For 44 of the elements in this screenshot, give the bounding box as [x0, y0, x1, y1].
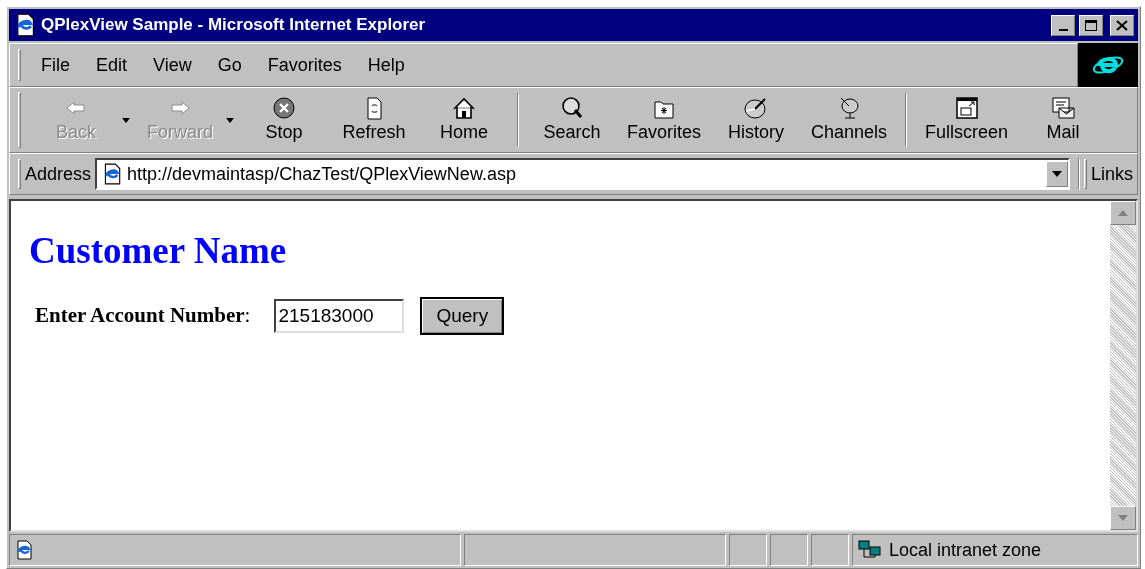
menu-item[interactable]: Go	[217, 51, 242, 79]
menu-item[interactable]: Edit	[96, 51, 128, 79]
label-colon: :	[244, 302, 251, 330]
status-panel	[811, 534, 849, 566]
close-button[interactable]	[1110, 14, 1134, 36]
caret-icon	[1051, 171, 1062, 177]
window-icon	[953, 96, 980, 120]
stop-icon	[271, 96, 297, 120]
address-text: http://devmaintasp/ChazTest/QPlexViewNew.asp	[127, 162, 517, 186]
page-icon	[14, 540, 34, 560]
menu-item[interactable]: View	[153, 51, 192, 79]
account-number-field[interactable]: 215183000	[274, 299, 405, 333]
toolbar-button[interactable]: History	[711, 96, 802, 144]
toolbar-button[interactable]: Refresh	[329, 96, 419, 144]
toolbar-button[interactable]: Home	[419, 96, 509, 144]
address-field[interactable]: http://devmaintasp/ChazTest/QPlexViewNew.asp	[95, 158, 1070, 190]
search-icon	[559, 96, 585, 120]
window-title: QPlexView Sample - Microsoft Internet Explorer	[41, 14, 427, 37]
toolbar-button[interactable]: Fullscreen	[915, 96, 1019, 144]
toolbar-button[interactable]: Channels	[801, 96, 898, 144]
menu-item[interactable]: Favorites	[267, 51, 342, 79]
dropdown-button[interactable]	[1045, 161, 1068, 187]
close-icon	[1116, 19, 1128, 31]
toolbar-button[interactable]: Mail	[1018, 96, 1109, 144]
menu-item[interactable]: Help	[367, 51, 405, 79]
zone-text: Local intranet zone	[889, 538, 1042, 562]
mail-icon	[1050, 96, 1077, 120]
status-panel	[729, 534, 767, 566]
home-icon	[451, 96, 477, 120]
caret-icon	[225, 118, 235, 124]
links-button[interactable]: Links	[1090, 160, 1137, 188]
toolbar-button[interactable]: Favorites	[617, 96, 712, 144]
maximize-button[interactable]	[1079, 14, 1103, 36]
network-icon	[857, 539, 883, 561]
address-label: Address	[25, 162, 92, 186]
page-heading: Customer Name	[29, 229, 288, 273]
field-label: Enter Account Number	[35, 302, 245, 330]
toolbar-button[interactable]: Search	[527, 96, 617, 144]
caret-icon	[121, 118, 131, 124]
minimize-button[interactable]	[1051, 14, 1075, 36]
query-button[interactable]: Query	[420, 297, 505, 335]
toolbar-button[interactable]: Stop	[239, 96, 329, 144]
menu-item[interactable]: File	[41, 51, 70, 79]
status-panel	[770, 534, 808, 566]
